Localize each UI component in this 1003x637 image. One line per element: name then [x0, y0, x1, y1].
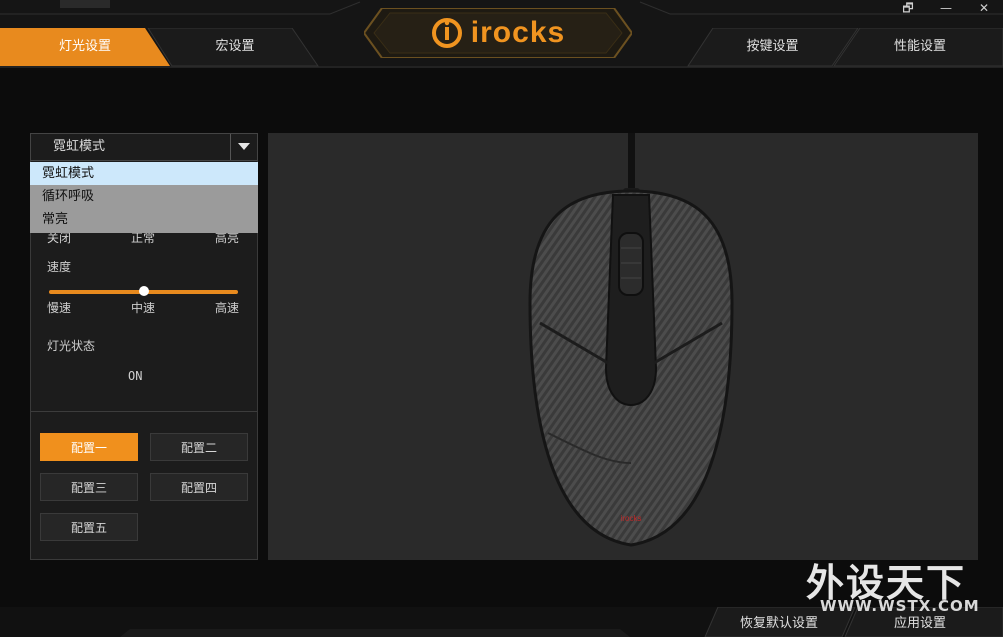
mouse-image: irocks [528, 133, 734, 547]
tab-key[interactable]: 按键设置 [695, 28, 850, 66]
panel-divider [31, 411, 257, 412]
profile-5-button[interactable]: 配置五 [40, 513, 138, 541]
light-state-title: 灯光状态 [47, 339, 96, 353]
mouse-brand-mark: irocks [621, 514, 642, 523]
dropdown-option-neon[interactable]: 霓虹模式 [30, 162, 258, 185]
speed-title: 速度 [47, 260, 72, 274]
close-button[interactable]: ✕ [965, 0, 1003, 16]
restore-button[interactable]: 🗗 [889, 0, 927, 16]
dropdown-option-steady[interactable]: 常亮 [30, 208, 258, 231]
tab-macro[interactable]: 宏设置 [160, 28, 310, 66]
minimize-button[interactable]: — [927, 0, 965, 16]
profile-2-button[interactable]: 配置二 [150, 433, 248, 461]
chevron-down-icon[interactable] [230, 134, 257, 160]
profile-4-button[interactable]: 配置四 [150, 473, 248, 501]
watermark-en: WWW.WSTX.COM [820, 597, 980, 615]
speed-medium-label: 中速 [131, 301, 156, 315]
lighting-mode-dropdown: 霓虹模式 循环呼吸 常亮 [30, 162, 258, 233]
tab-lighting[interactable]: 灯光设置 [0, 28, 170, 66]
lighting-mode-value: 霓虹模式 [53, 139, 106, 154]
speed-fast-label: 高速 [215, 301, 240, 315]
mouse-preview: irocks [268, 133, 978, 560]
tab-performance[interactable]: 性能设置 [845, 28, 995, 66]
light-state-value: ON [128, 369, 143, 383]
lighting-mode-select[interactable]: 霓虹模式 [30, 133, 258, 161]
profile-1-button[interactable]: 配置一 [40, 433, 138, 461]
window-controls: 🗗 — ✕ [889, 0, 1003, 18]
profile-3-button[interactable]: 配置三 [40, 473, 138, 501]
speed-slider-thumb[interactable] [139, 286, 149, 296]
dropdown-option-breathing[interactable]: 循环呼吸 [30, 185, 258, 208]
speed-slow-label: 慢速 [47, 301, 72, 315]
